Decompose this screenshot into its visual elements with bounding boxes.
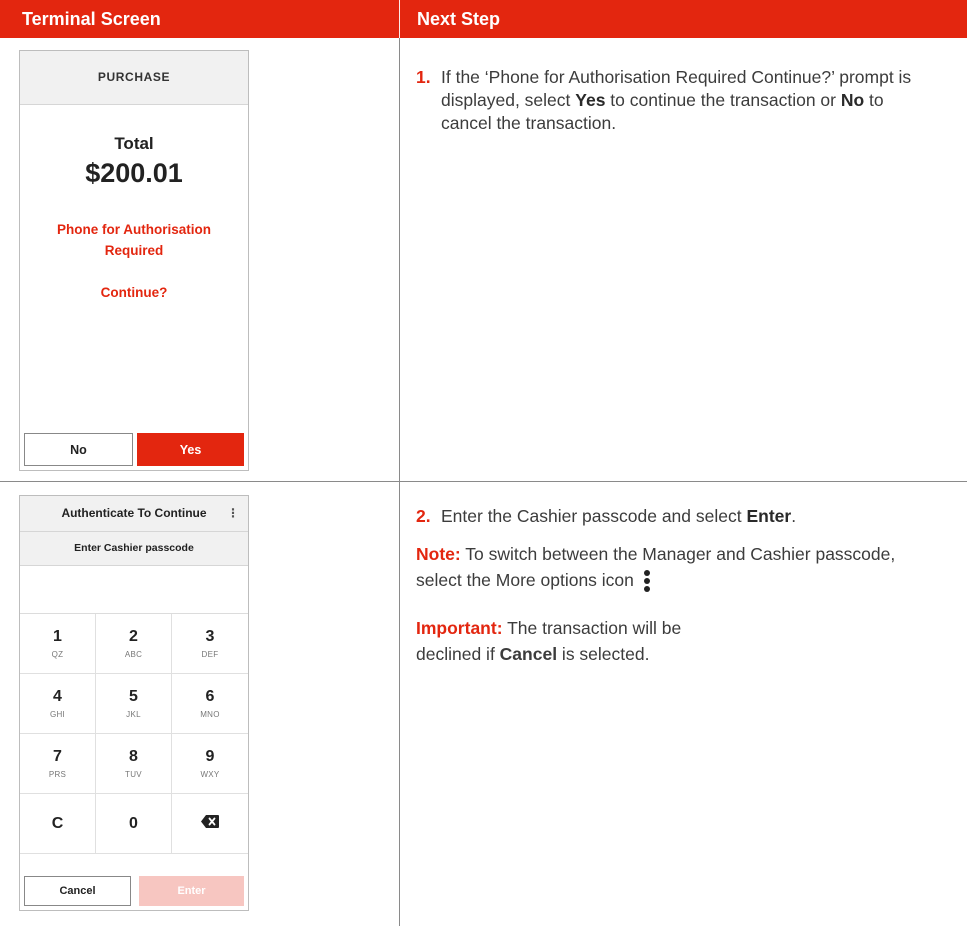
screen1-buttons: No Yes <box>24 433 244 466</box>
passcode-input[interactable] <box>20 566 248 614</box>
step-number: 2. <box>416 506 431 526</box>
key-digit: 0 <box>129 814 138 832</box>
note-paragraph: Note: To switch between the Manager and … <box>416 541 936 593</box>
key-digit: C <box>51 814 64 832</box>
note-label: Note: <box>416 544 461 564</box>
authorisation-message-line1: Phone for Authorisation <box>57 222 211 237</box>
key-1[interactable]: 1 QZ <box>20 614 96 674</box>
key-letters: DEF <box>201 650 219 659</box>
header-terminal-screen: Terminal Screen <box>22 9 161 29</box>
key-digit: 7 <box>53 748 62 765</box>
authenticate-title: Authenticate To Continue <box>61 506 207 520</box>
key-digit: 6 <box>205 688 215 705</box>
key-backspace[interactable] <box>172 794 248 854</box>
total-label: Total <box>114 134 154 153</box>
authorisation-message: Phone for Authorisation Required <box>20 219 248 261</box>
key-7[interactable]: 7 PRS <box>20 734 96 794</box>
key-3[interactable]: 3 DEF <box>172 614 248 674</box>
key-letters: TUV <box>125 770 142 779</box>
key-digit: 4 <box>53 688 62 705</box>
step-text-a: Enter the Cashier passcode and select <box>441 506 747 526</box>
key-8[interactable]: 8 TUV <box>96 734 172 794</box>
step-text-b: . <box>791 506 797 526</box>
key-letters: WXY <box>200 770 220 779</box>
cancel-button[interactable]: Cancel <box>24 876 131 906</box>
column-divider <box>399 38 400 926</box>
key-2[interactable]: 2 ABC <box>96 614 172 674</box>
key-9[interactable]: 9 WXY <box>172 734 248 794</box>
key-5[interactable]: 5 JKL <box>96 674 172 734</box>
step-1: 1. If the ‘Phone for Authorisation Requi… <box>416 66 936 135</box>
screen-title: PURCHASE <box>20 51 248 105</box>
key-letters: QZ <box>51 650 64 659</box>
key-letters: JKL <box>126 710 141 719</box>
note-text: To switch between the Manager and Cashie… <box>416 544 896 590</box>
key-0[interactable]: 0 <box>96 794 172 854</box>
step-text-b: to continue the transaction or <box>605 90 841 110</box>
authorisation-message-line2: Required <box>104 243 164 258</box>
keypad: 1 QZ 2 ABC 3 DEF 4 GHI 5 JKL 6 MNO 7 PRS 8 TUV 9… <box>20 614 248 854</box>
step-text: Enter the Cashier passcode and select En… <box>416 505 946 528</box>
important-text-b: is selected. <box>557 644 650 664</box>
key-digit: 5 <box>129 688 138 705</box>
key-letters: GHI <box>49 710 66 719</box>
step-no: No <box>840 90 865 110</box>
screen-title: Authenticate To Continue ⋮ <box>20 496 248 532</box>
key-digit: 9 <box>205 748 215 765</box>
important-cancel: Cancel <box>499 644 558 664</box>
terminal-screen-purchase: PURCHASE Total $200.01 Phone for Authori… <box>19 50 249 471</box>
key-digit: 2 <box>129 628 138 645</box>
step-number: 1. <box>416 67 431 87</box>
key-letters: PRS <box>48 770 67 779</box>
key-4[interactable]: 4 GHI <box>20 674 96 734</box>
step-2: 2. Enter the Cashier passcode and select… <box>416 505 946 528</box>
backspace-icon <box>201 814 219 833</box>
enter-button[interactable]: Enter <box>139 876 244 906</box>
important-paragraph: Important: The transaction will be decli… <box>416 615 736 667</box>
key-clear[interactable]: C <box>20 794 96 854</box>
step-text: If the ‘Phone for Authorisation Required… <box>416 66 936 135</box>
key-6[interactable]: 6 MNO <box>172 674 248 734</box>
total-amount: $200.01 <box>85 158 183 188</box>
key-digit: 3 <box>205 628 215 645</box>
table-header: Terminal Screen Next Step <box>0 0 967 38</box>
screen2-buttons: Cancel Enter <box>24 876 244 906</box>
more-options-icon <box>643 570 651 593</box>
row-divider <box>0 481 967 482</box>
key-digit: 1 <box>53 628 62 645</box>
header-next-step: Next Step <box>417 9 501 29</box>
more-options-icon[interactable]: ⋮ <box>227 496 239 531</box>
no-button[interactable]: No <box>24 433 133 466</box>
key-letters: MNO <box>200 710 220 719</box>
terminal-screen-authenticate: Authenticate To Continue ⋮ Enter Cashier… <box>19 495 249 911</box>
step-enter: Enter <box>746 506 792 526</box>
yes-button[interactable]: Yes <box>137 433 244 466</box>
backspace-icon-svg <box>201 814 219 828</box>
passcode-instruction: Enter Cashier passcode <box>20 532 248 566</box>
key-letters: ABC <box>124 650 143 659</box>
important-label: Important: <box>416 618 503 638</box>
continue-prompt: Continue? <box>100 285 168 300</box>
key-digit: 8 <box>129 748 138 765</box>
step-yes: Yes <box>575 90 606 110</box>
header-divider <box>399 0 400 38</box>
